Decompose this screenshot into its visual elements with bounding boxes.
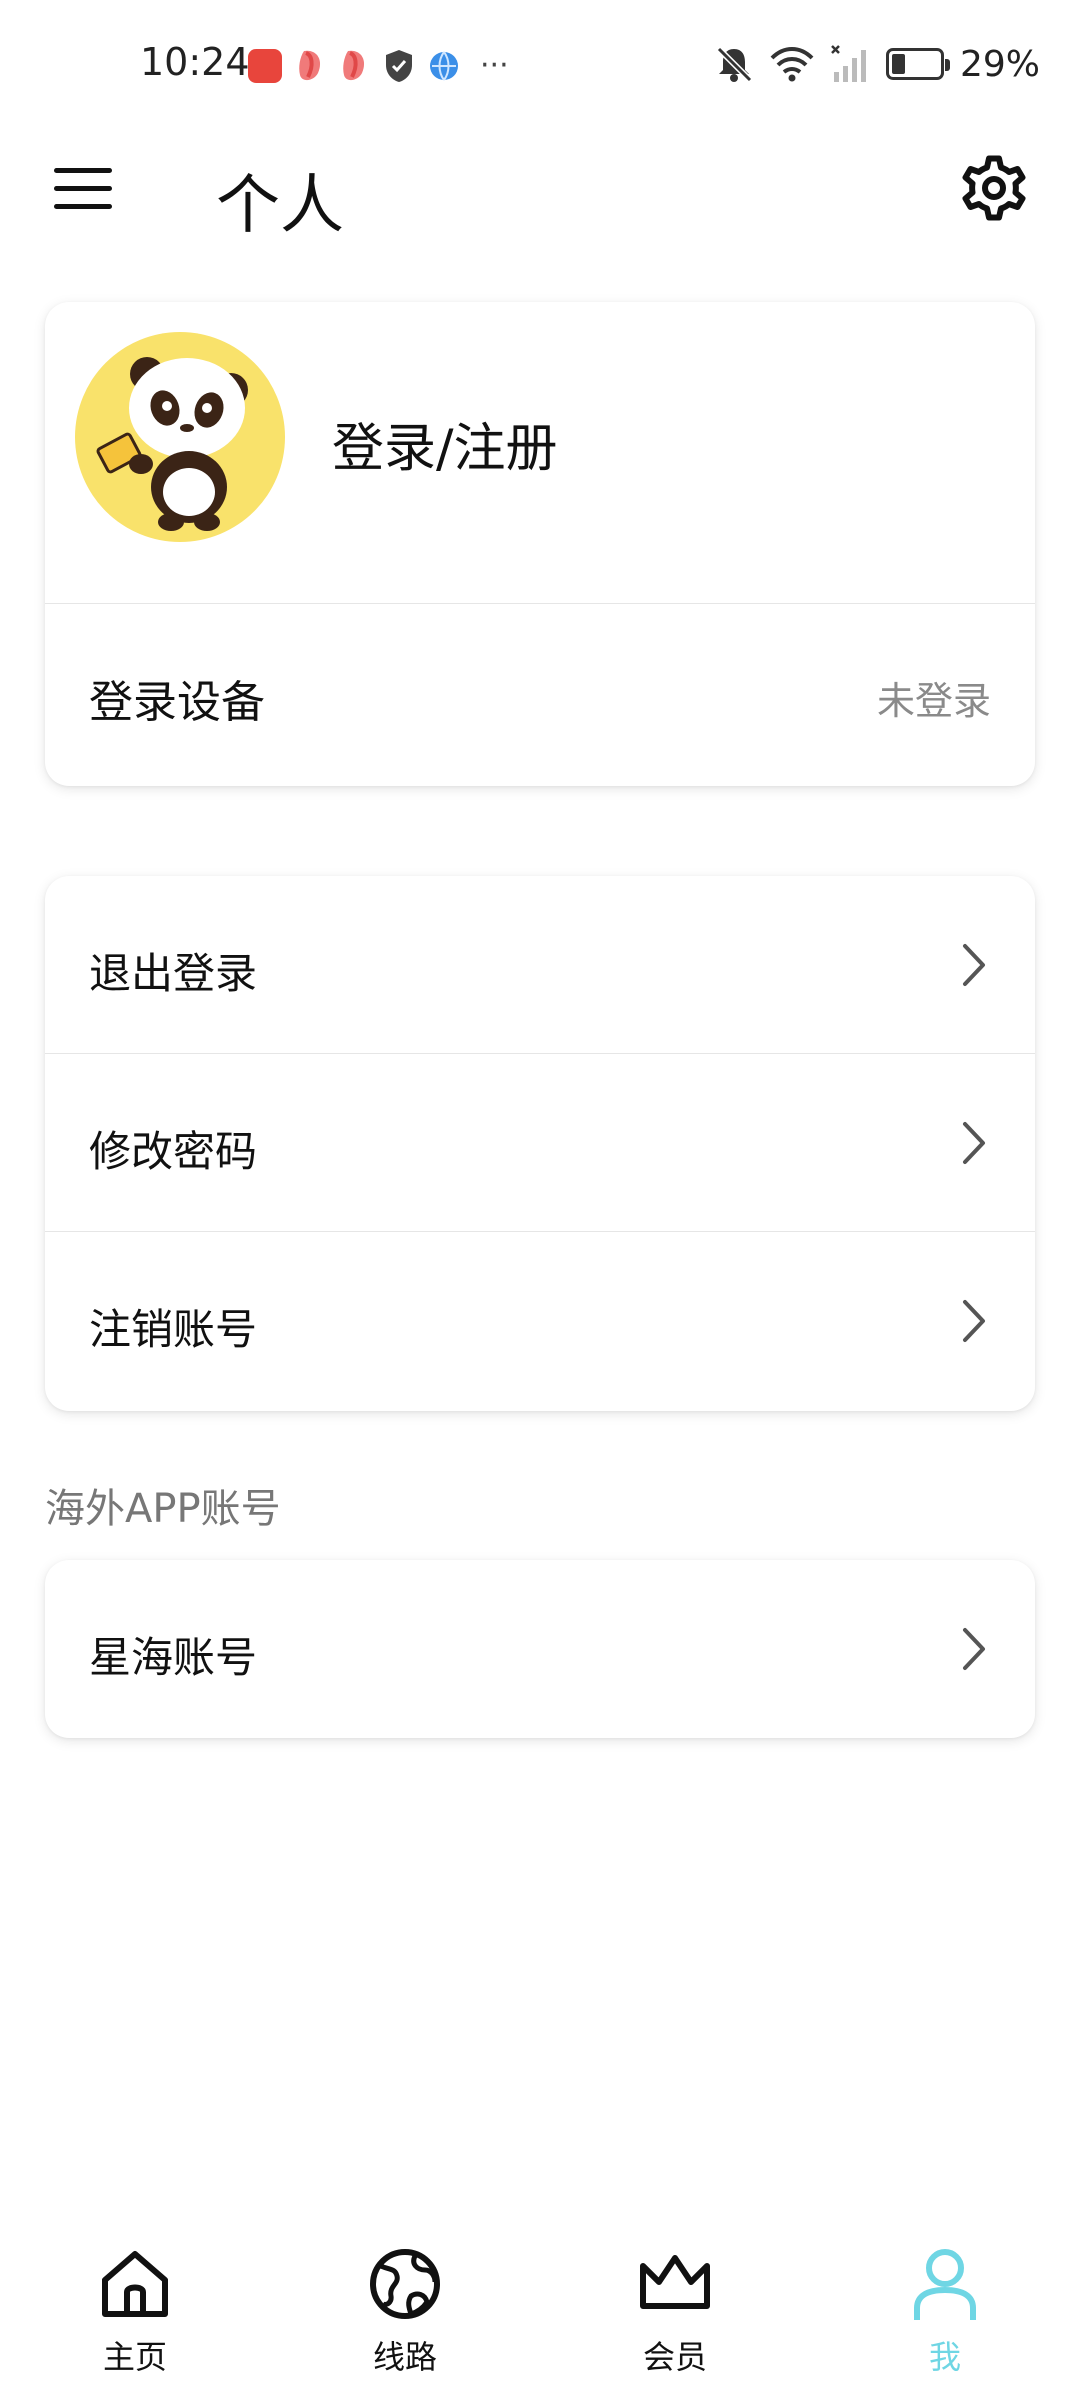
status-bar: 10:24 ··· 29%: [0, 0, 1080, 130]
nav-routes[interactable]: 线路: [270, 2230, 540, 2400]
more-notifications-icon: ···: [480, 48, 509, 83]
chevron-right-icon: [963, 944, 985, 986]
gear-icon: [962, 155, 1026, 221]
chevron-right-icon: [963, 1628, 985, 1670]
logout-label: 退出登录: [89, 949, 258, 998]
login-device-row[interactable]: 登录设备 未登录: [45, 604, 1035, 786]
huawei-app-icon: [248, 49, 282, 83]
app-bar: 个人: [0, 130, 1080, 250]
nav-me-label: 我: [928, 2338, 961, 2376]
nav-me[interactable]: 我: [810, 2230, 1080, 2400]
account-actions-card: 退出登录 修改密码 注销账号: [45, 876, 1035, 1411]
delete-account-row[interactable]: 注销账号: [45, 1232, 1035, 1410]
nav-home-label: 主页: [102, 2338, 167, 2376]
login-register-label: 登录/注册: [332, 419, 558, 479]
signal-icon: [831, 45, 866, 82]
panda-avatar[interactable]: [75, 332, 285, 542]
overseas-section-title: 海外APP账号: [45, 1486, 281, 1532]
bottom-navigation: 主页 线路 会员 我: [0, 2230, 1080, 2400]
battery-percent: 29%: [959, 43, 1040, 85]
battery-icon: [885, 48, 950, 80]
red-app-icon: [299, 50, 321, 81]
xinghai-account-row[interactable]: 星海账号: [45, 1560, 1035, 1738]
menu-button[interactable]: [50, 166, 114, 216]
system-indicators: 29%: [714, 40, 1040, 88]
nav-membership[interactable]: 会员: [540, 2230, 810, 2400]
chevron-right-icon: [963, 1122, 985, 1164]
login-register-row[interactable]: 登录/注册: [45, 302, 1035, 604]
shield-icon: [386, 50, 412, 82]
settings-button[interactable]: [956, 150, 1032, 226]
chevron-right-icon: [963, 1300, 985, 1342]
red-app-icon-2: [343, 50, 365, 81]
globe-icon: [370, 2249, 440, 2319]
nav-routes-label: 线路: [372, 2338, 437, 2376]
profile-card: 登录/注册 登录设备 未登录: [45, 302, 1035, 786]
delete-account-label: 注销账号: [89, 1305, 258, 1354]
home-icon: [102, 2251, 168, 2317]
panda-avatar-image: [96, 357, 248, 531]
page-title: 个人: [216, 169, 344, 243]
status-time: 10:24: [140, 40, 250, 84]
login-device-status: 未登录: [876, 679, 991, 723]
mute-icon: [716, 46, 753, 83]
overseas-accounts-card: 星海账号: [45, 1560, 1035, 1738]
logout-row[interactable]: 退出登录: [45, 876, 1035, 1054]
browser-icon: [430, 51, 458, 81]
user-icon: [914, 2249, 976, 2320]
notification-icons: ···: [248, 46, 509, 86]
nav-membership-label: 会员: [642, 2338, 707, 2376]
wifi-icon: [770, 47, 814, 82]
xinghai-account-label: 星海账号: [89, 1633, 258, 1682]
crown-icon: [640, 2255, 710, 2309]
change-password-row[interactable]: 修改密码: [45, 1054, 1035, 1232]
login-device-label: 登录设备: [89, 677, 265, 728]
change-password-label: 修改密码: [89, 1127, 258, 1176]
nav-home[interactable]: 主页: [0, 2230, 270, 2400]
